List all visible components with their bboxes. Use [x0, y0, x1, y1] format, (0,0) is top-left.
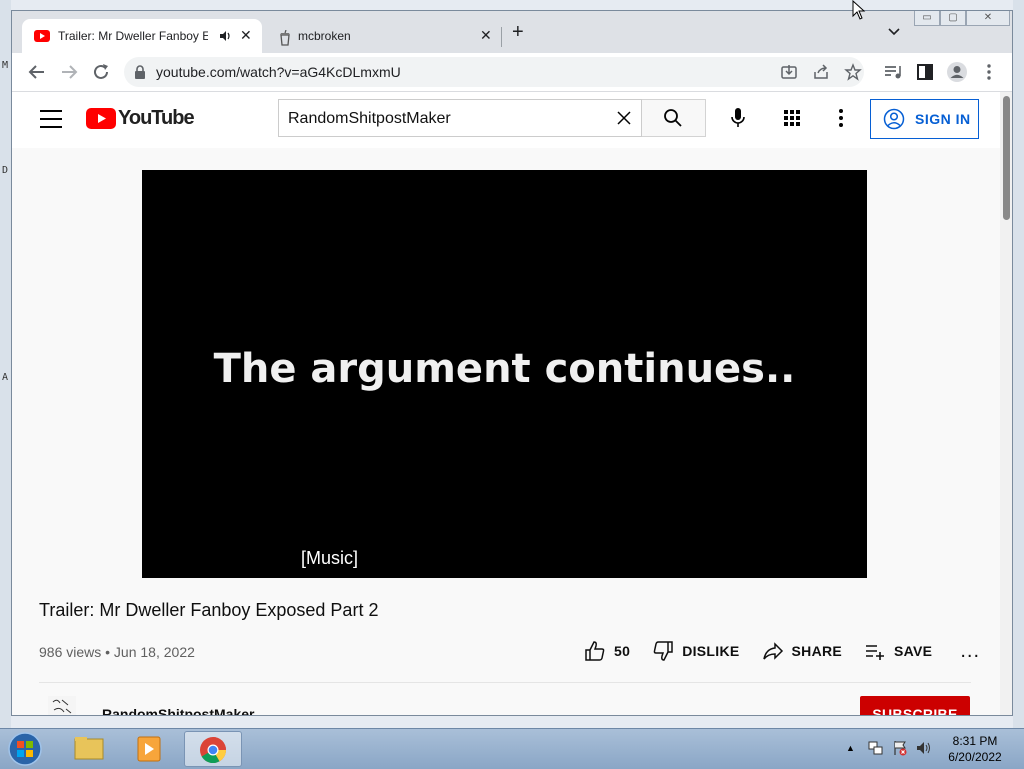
sign-in-label: SIGN IN — [915, 111, 971, 127]
share-arrow-icon — [762, 642, 783, 660]
tab-title: Trailer: Mr Dweller Fanboy Exposed Part … — [58, 29, 208, 43]
forward-arrow-icon[interactable] — [58, 61, 80, 83]
subscribe-button[interactable]: SUBSCRIBE — [860, 696, 970, 715]
tab-title: mcbroken — [298, 29, 351, 43]
window-controls: ▭ ▢ ✕ — [914, 11, 1010, 29]
file-explorer-icon[interactable] — [62, 731, 116, 767]
desktop-left-edge: M D A — [0, 0, 11, 728]
dislike-label: DISLIKE — [682, 643, 740, 659]
clock-date: 6/20/2022 — [948, 750, 1002, 764]
maximize-button[interactable]: ▢ — [940, 11, 966, 26]
clear-search-icon[interactable] — [615, 109, 633, 127]
chrome-icon — [200, 737, 227, 764]
desktop-right-edge — [1013, 0, 1024, 728]
like-count: 50 — [614, 643, 631, 659]
tab-close-icon[interactable]: ✕ — [480, 27, 492, 44]
address-bar[interactable]: youtube.com/watch?v=aG4KcDLmxmU — [124, 57, 864, 87]
video-meta: 986 views • Jun 18, 2022 — [39, 644, 195, 660]
network-icon[interactable] — [868, 740, 884, 756]
search-input[interactable] — [286, 100, 610, 138]
more-actions-button[interactable]: ... — [960, 640, 980, 663]
video-caption: [Music] — [300, 548, 358, 568]
desktop-icon-label-fragment: M — [2, 60, 9, 71]
media-player-icon[interactable] — [122, 731, 176, 767]
youtube-favicon-icon — [34, 30, 50, 42]
search-icon — [664, 109, 682, 127]
tab-search-chevron-icon[interactable] — [888, 25, 900, 39]
search-button[interactable] — [642, 99, 706, 137]
sign-in-button[interactable]: SIGN IN — [870, 99, 979, 139]
save-label: SAVE — [894, 643, 933, 659]
youtube-header: YouTube RandomShitpostMaker SIGN IN — [12, 92, 1000, 148]
clock-time: 8:31 PM — [952, 734, 998, 748]
youtube-page: YouTube RandomShitpostMaker SIGN IN The … — [12, 92, 1000, 716]
start-button-icon[interactable] — [6, 731, 44, 767]
page-scrollbar[interactable] — [1000, 92, 1012, 715]
bookmark-star-icon[interactable] — [844, 63, 862, 81]
youtube-logo-text: YouTube — [118, 107, 195, 129]
volume-icon[interactable] — [916, 740, 932, 756]
hamburger-menu-icon[interactable] — [40, 110, 62, 134]
thumbs-down-icon — [653, 641, 673, 661]
action-center-flag-icon[interactable] — [892, 740, 908, 756]
channel-name[interactable]: RandomShitpostMaker — [102, 706, 254, 715]
back-arrow-icon[interactable] — [26, 61, 48, 83]
side-panel-icon[interactable] — [914, 61, 936, 83]
tab-separator — [501, 27, 502, 47]
video-title: Trailer: Mr Dweller Fanboy Exposed Part … — [39, 600, 379, 620]
video-actions: 50 DISLIKE SHARE SAVE ... — [584, 636, 980, 666]
lock-icon[interactable] — [134, 65, 146, 79]
microphone-icon — [731, 108, 745, 127]
browser-menu-icon[interactable] — [978, 61, 1000, 83]
mcbroken-favicon-icon — [280, 30, 290, 46]
playlist-add-icon — [866, 645, 885, 660]
url-text: youtube.com/watch?v=aG4KcDLmxmU — [156, 64, 401, 80]
media-controls-icon[interactable] — [882, 61, 904, 83]
video-player[interactable]: The argument continues.. [Music] — [142, 170, 867, 578]
divider — [39, 682, 971, 683]
speaker-icon[interactable] — [219, 30, 231, 42]
browser-window: Trailer: Mr Dweller Fanboy Exposed Part … — [11, 10, 1013, 716]
save-button[interactable]: SAVE — [864, 640, 932, 662]
scrollbar-thumb[interactable] — [1003, 96, 1010, 220]
install-app-icon[interactable] — [780, 63, 798, 81]
chrome-taskbar-button[interactable] — [184, 731, 242, 767]
like-button[interactable]: 50 — [584, 640, 630, 662]
minimize-button[interactable]: ▭ — [914, 11, 940, 26]
youtube-play-logo-icon — [86, 108, 116, 129]
youtube-logo[interactable]: YouTube — [86, 107, 195, 130]
share-button[interactable]: SHARE — [762, 640, 843, 662]
browser-toolbar: youtube.com/watch?v=aG4KcDLmxmU — [12, 53, 1012, 92]
settings-more-icon[interactable] — [838, 108, 844, 128]
taskbar: ▲ 8:31 PM 6/20/2022 — [0, 728, 1024, 769]
close-window-button[interactable]: ✕ — [966, 11, 1010, 26]
share-label: SHARE — [791, 643, 843, 659]
mouse-cursor-icon — [852, 0, 866, 20]
account-circle-icon — [883, 108, 905, 130]
desktop-icon-label-fragment: D — [2, 165, 9, 176]
new-tab-button[interactable]: + — [512, 22, 524, 42]
share-page-icon[interactable] — [812, 63, 830, 81]
tab-close-icon[interactable]: ✕ — [240, 27, 252, 44]
video-frame-text: The argument continues.. — [213, 346, 796, 392]
profile-avatar-icon[interactable] — [946, 61, 968, 83]
reload-icon[interactable] — [90, 61, 112, 83]
taskbar-clock[interactable]: 8:31 PM 6/20/2022 — [935, 733, 1015, 765]
desktop-icon-label-fragment: A — [2, 372, 9, 383]
tab-youtube[interactable]: Trailer: Mr Dweller Fanboy Exposed Part … — [22, 19, 262, 53]
dislike-button[interactable]: DISLIKE — [652, 640, 739, 662]
show-hidden-icons-icon[interactable]: ▲ — [846, 743, 855, 753]
thumbs-up-icon — [585, 641, 605, 661]
tab-mcbroken[interactable]: mcbroken ✕ — [266, 19, 502, 53]
channel-avatar[interactable] — [48, 696, 76, 716]
apps-grid-icon[interactable] — [783, 109, 801, 127]
voice-search-button[interactable] — [720, 101, 756, 137]
search-box — [278, 99, 642, 138]
